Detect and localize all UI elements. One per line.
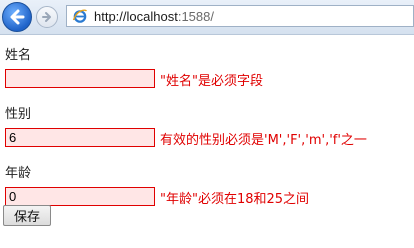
name-error-message: "姓名"是必须字段 [160,74,263,89]
gender-error-message: 有效的性别必须是'M','F','m','f'之一 [160,133,367,148]
url-port-path: :1588/ [177,8,214,24]
gender-input[interactable] [5,128,155,147]
forward-button[interactable] [36,6,58,28]
back-arrow-icon [10,9,25,25]
address-bar[interactable]: http://localhost:1588/ [66,5,414,27]
forward-arrow-icon [42,12,51,22]
age-input[interactable] [5,187,155,206]
age-error-message: "年龄"必须在18和25之间 [160,192,310,207]
age-label: 年龄 [5,166,32,181]
name-label: 姓名 [5,48,32,63]
url-text: http://localhost:1588/ [94,9,214,24]
gender-label: 性别 [5,107,32,122]
save-button[interactable]: 保存 [3,205,51,226]
url-host: http://localhost [94,8,178,24]
ie-page-icon [72,9,88,23]
browser-toolbar: http://localhost:1588/ [0,0,414,35]
back-button[interactable] [2,2,32,32]
name-input[interactable] [5,69,155,88]
